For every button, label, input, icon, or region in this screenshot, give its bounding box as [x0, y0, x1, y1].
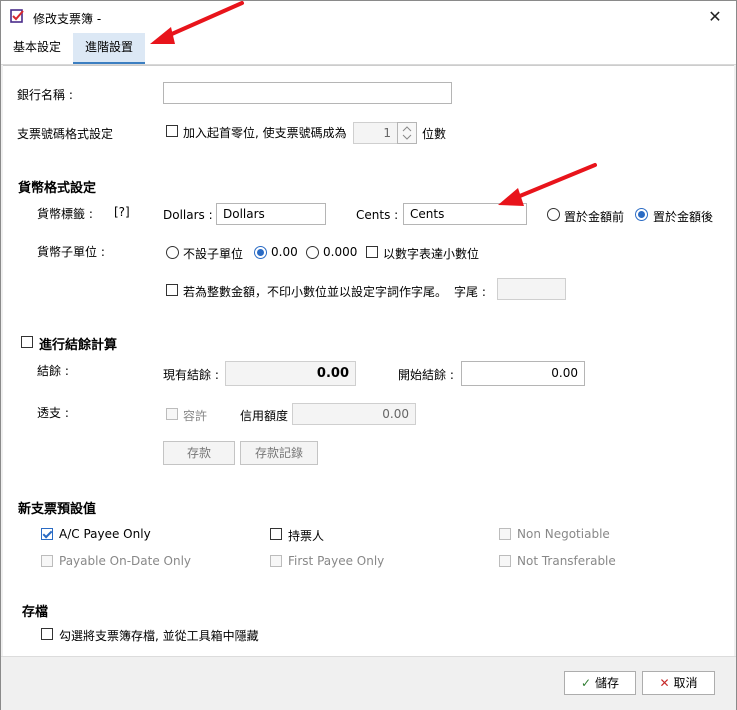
- arrow-to-advanced-tab: [150, 1, 244, 44]
- arrow-to-cents-input: [498, 163, 597, 206]
- annotation-arrows: [150, 1, 597, 206]
